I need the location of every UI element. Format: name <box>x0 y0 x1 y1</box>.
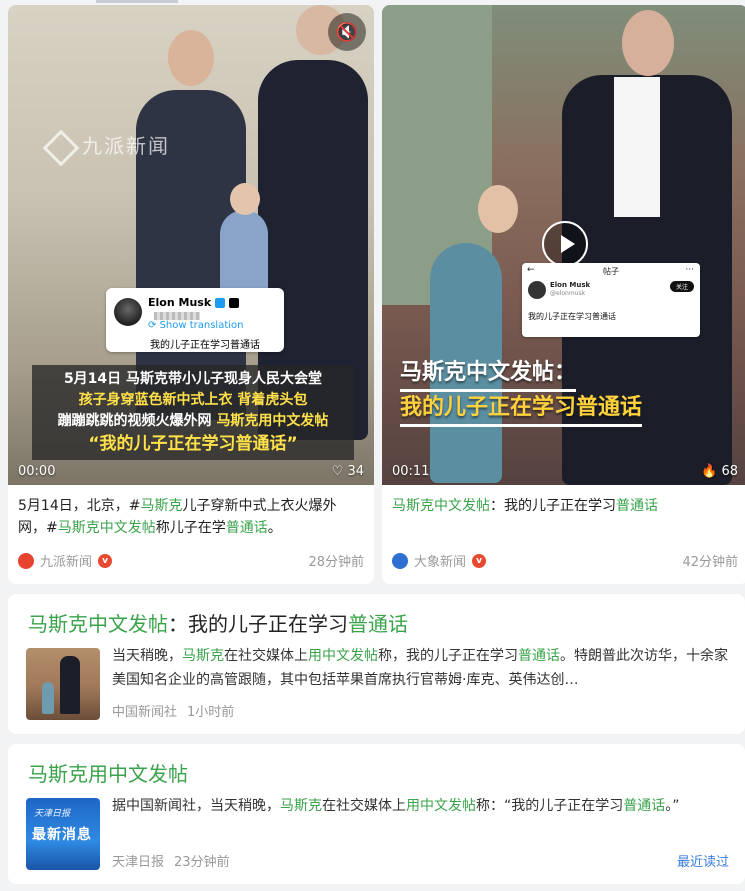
verified-badge-icon: v <box>98 553 113 568</box>
child-figure <box>42 682 54 714</box>
source-name[interactable]: 天津日报 <box>112 855 164 870</box>
verified-badge-icon: v <box>472 553 487 568</box>
back-arrow-icon: ← <box>527 265 535 275</box>
news-snippet: 当天稍晚，马斯克在社交媒体上用中文发帖称，我的儿子正在学习普通话。特朗普此次访华… <box>112 648 728 688</box>
heart-icon: ♡ <box>331 464 348 479</box>
speaker-muted-icon: 🔇 <box>335 21 359 43</box>
watermark-logo-icon <box>42 129 80 166</box>
timestamp: 42分钟前 <box>682 555 738 570</box>
video-card-1[interactable]: 九派新闻 🔇 Elon Musk ⟳ Show translation 我的儿子… <box>8 5 374 584</box>
x-logo-icon <box>229 298 240 308</box>
person-head <box>168 30 214 86</box>
tweet-text: 我的儿子正在学习普通话 <box>150 340 260 351</box>
hashtag-link[interactable]: 马斯克中文发帖 <box>392 498 490 514</box>
shirt <box>614 77 660 217</box>
news-card-1[interactable]: 马斯克中文发帖：我的儿子正在学习普通话 当天稍晚，马斯克在社交媒体上用中文发帖称… <box>8 594 745 734</box>
timestamp: 28分钟前 <box>308 555 364 570</box>
show-translation-link: ⟳ Show translation <box>148 320 244 331</box>
news-thumbnail[interactable]: 天津日报 最新消息 <box>26 798 100 870</box>
avatar <box>114 298 142 326</box>
avatar <box>528 281 546 299</box>
news-meta: 天津日报 23分钟前 <box>112 851 230 870</box>
recently-read-label: 最近读过 <box>676 855 729 870</box>
video-duration: 00:11 <box>392 464 430 479</box>
tweet-author: Elon Musk <box>148 296 212 309</box>
news-thumbnail[interactable] <box>26 648 100 720</box>
like-count: ♡ 34 <box>331 464 364 479</box>
news-title[interactable]: 马斯克中文发帖：我的儿子正在学习普通话 <box>28 608 408 637</box>
news-snippet: 据中国新闻社，当天稍晚，马斯克在社交媒体上用中文发帖称：“我的儿子正在学习普通话… <box>112 798 680 814</box>
tweet-screenshot: ← 帖子 ··· Elon Musk @elonmusk 关注 我的儿子正在学习… <box>522 263 700 337</box>
video-description[interactable]: 5月14日，北京，#马斯克儿子穿新中式上衣火爆外网，#马斯克中文发帖称儿子在学普… <box>8 485 374 545</box>
watermark: 九派新闻 <box>42 129 170 166</box>
child-head <box>230 183 260 215</box>
video-description[interactable]: 马斯克中文发帖：我的儿子正在学习普通话 <box>382 485 745 545</box>
hashtag-link[interactable]: 马斯克中文发帖 <box>58 520 156 536</box>
hashtag-link[interactable]: 马斯克 <box>140 498 182 514</box>
video-thumbnail[interactable]: 九派新闻 🔇 Elon Musk ⟳ Show translation 我的儿子… <box>8 5 374 485</box>
child-head <box>478 185 518 233</box>
source-logo-icon <box>18 552 34 569</box>
source-name[interactable]: 中国新闻社 <box>112 705 177 720</box>
video-headline: 马斯克中文发帖： 我的儿子正在学习普通话 <box>396 357 646 427</box>
keyword-highlight: 普通话 <box>616 498 658 514</box>
like-count: 🔥 68 <box>701 464 738 479</box>
blurred-handle <box>154 312 200 320</box>
video-card-2[interactable]: ← 帖子 ··· Elon Musk @elonmusk 关注 我的儿子正在学习… <box>382 5 745 584</box>
verified-icon <box>215 298 226 308</box>
card-meta: 大象新闻 v 42分钟前 <box>392 551 738 570</box>
video-caption: 5月14日 马斯克带小儿子现身人民大会堂 孩子身穿蓝色新中式上衣 背着虎头包 蹦… <box>32 365 354 460</box>
more-icon: ··· <box>685 265 694 275</box>
keyword-highlight: 普通话 <box>225 520 268 536</box>
play-button[interactable] <box>542 221 588 267</box>
timestamp: 23分钟前 <box>174 855 230 870</box>
tweet-screenshot: Elon Musk ⟳ Show translation 我的儿子正在学习普通话 <box>106 288 284 352</box>
news-card-2[interactable]: 马斯克用中文发帖 天津日报 最新消息 据中国新闻社，当天稍晚，马斯克在社交媒体上… <box>8 744 745 884</box>
source-name[interactable]: 九派新闻 <box>40 551 92 570</box>
person-head <box>622 10 674 76</box>
card-meta: 九派新闻 v 28分钟前 <box>18 551 364 570</box>
source-name[interactable]: 大象新闻 <box>414 551 466 570</box>
top-scroll-indicator <box>96 0 178 3</box>
person-figure <box>60 656 80 714</box>
video-duration: 00:00 <box>18 464 56 479</box>
source-logo-icon <box>392 552 408 569</box>
news-title[interactable]: 马斯克用中文发帖 <box>28 758 188 787</box>
flame-icon: 🔥 <box>701 464 722 479</box>
translate-icon: ⟳ <box>148 320 160 331</box>
mute-button[interactable]: 🔇 <box>328 13 366 51</box>
video-thumbnail[interactable]: ← 帖子 ··· Elon Musk @elonmusk 关注 我的儿子正在学习… <box>382 5 745 485</box>
news-meta: 中国新闻社 1小时前 <box>112 701 234 720</box>
timestamp: 1小时前 <box>187 705 235 720</box>
